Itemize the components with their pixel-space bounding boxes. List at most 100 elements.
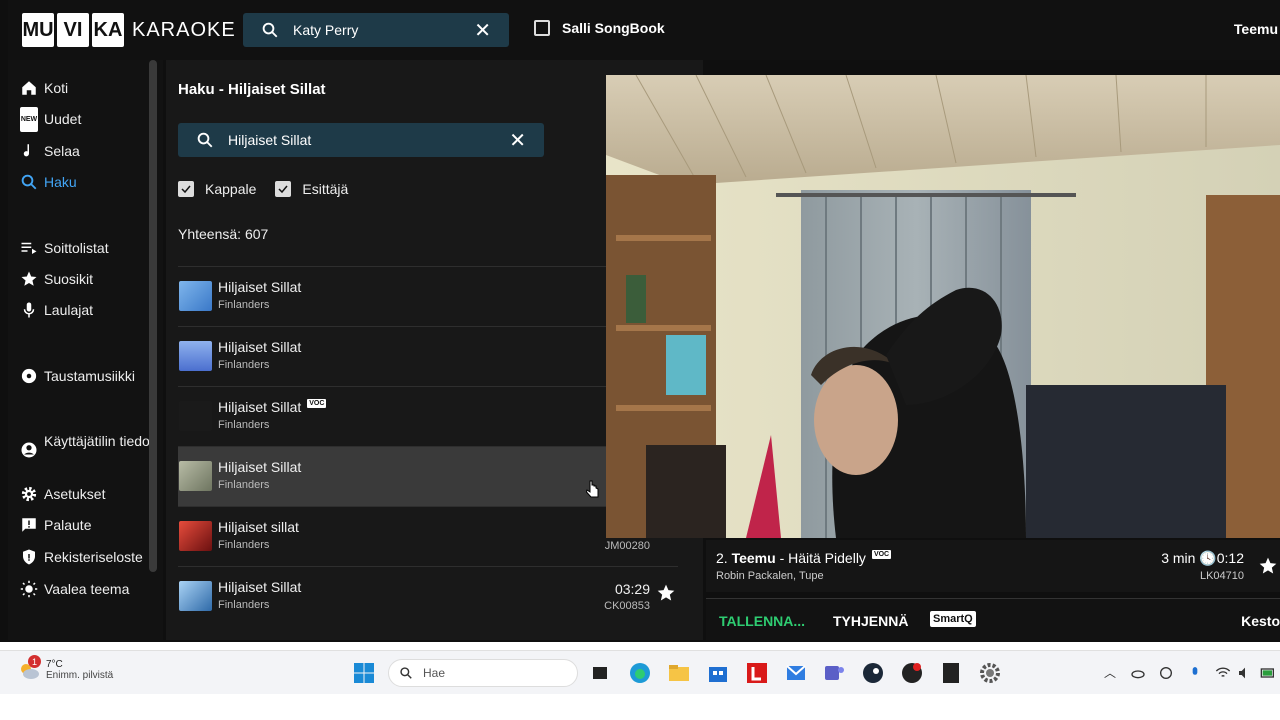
queue-controls: TALLENNA... TYHJENNÄ SmartQ Kesto bbox=[706, 598, 1280, 640]
list-item[interactable]: Hiljaiset Sillat Finlanders bbox=[178, 326, 678, 386]
song-search-value[interactable]: Hiljaiset Sillat bbox=[228, 132, 509, 148]
sidebar-item-label: Laulajat bbox=[44, 302, 94, 318]
microphone-icon[interactable] bbox=[1188, 665, 1202, 681]
battery-icon[interactable] bbox=[1258, 665, 1278, 681]
clear-search-icon[interactable]: ✕ bbox=[509, 128, 526, 153]
song-artist: Finlanders bbox=[218, 599, 270, 611]
mail-icon[interactable] bbox=[784, 661, 808, 685]
checkbox-checked-icon[interactable] bbox=[275, 181, 292, 197]
windows-taskbar: 1 7°C Enimm. pilvistä Hae ︿ bbox=[0, 650, 1280, 694]
salli-songbook-toggle[interactable]: Salli SongBook bbox=[534, 20, 665, 36]
favorite-star-icon[interactable] bbox=[1258, 556, 1278, 576]
clear-button[interactable]: TYHJENNÄ bbox=[833, 613, 908, 629]
sidebar-item-kayttajatilin-tiedot[interactable]: Käyttäjätilin tiedot bbox=[20, 431, 155, 459]
volume-icon[interactable] bbox=[1237, 665, 1253, 681]
store-icon[interactable] bbox=[706, 661, 730, 685]
list-item[interactable]: Hiljaiset Sillat VOC Finlanders bbox=[178, 386, 678, 446]
sidebar-item-asetukset[interactable]: Asetukset bbox=[20, 484, 155, 505]
sidebar-item-taustamusiikki[interactable]: Taustamusiikki bbox=[20, 366, 155, 387]
now-playing-bar: 2. Teemu - Häitä Pidelly VOC Robin Packal… bbox=[706, 540, 1280, 592]
task-view-icon[interactable] bbox=[588, 661, 612, 685]
smartq-toggle[interactable]: SmartQ bbox=[930, 611, 976, 627]
taskbar-search[interactable]: Hae bbox=[388, 659, 578, 687]
song-thumbnail bbox=[179, 281, 212, 311]
song-title: Hiljaiset Sillat bbox=[218, 339, 302, 355]
duration-label: Kesto bbox=[1241, 613, 1280, 629]
song-title: Hiljaiset sillat bbox=[218, 519, 299, 535]
sidebar-item-laulajat[interactable]: Laulajat bbox=[20, 300, 155, 321]
top-search-field[interactable]: Katy Perry ✕ bbox=[243, 13, 509, 47]
song-thumbnail bbox=[179, 521, 212, 551]
weather-widget[interactable]: 1 7°C Enimm. pilvistä bbox=[16, 655, 114, 683]
sidebar-item-palaute[interactable]: Palaute bbox=[20, 515, 155, 536]
song-thumbnail bbox=[179, 581, 212, 611]
star-icon bbox=[20, 270, 38, 288]
list-item[interactable]: Hiljaiset sillat Finlanders JM00280 bbox=[178, 506, 678, 566]
logo-word: KARAOKE bbox=[132, 18, 236, 41]
steam-icon[interactable] bbox=[861, 661, 885, 685]
checkbox-icon[interactable] bbox=[534, 20, 550, 36]
sidebar-item-haku[interactable]: Haku bbox=[20, 172, 155, 193]
obs-icon[interactable] bbox=[900, 661, 924, 685]
sidebar-item-label: Koti bbox=[44, 80, 69, 96]
sidebar-item-koti[interactable]: Koti bbox=[20, 78, 155, 99]
epic-games-icon[interactable] bbox=[939, 661, 963, 685]
sidebar-item-uudet[interactable]: NEW Uudet bbox=[19, 106, 155, 132]
sidebar-item-label: Vaalea teema bbox=[44, 581, 130, 597]
sidebar-item-suosikit[interactable]: Suosikit bbox=[20, 269, 155, 290]
user-name[interactable]: Teemu bbox=[1234, 21, 1278, 37]
song-artist: Finlanders bbox=[218, 299, 270, 311]
l-app-icon[interactable] bbox=[745, 661, 769, 685]
settings-gear-icon[interactable] bbox=[978, 661, 1002, 685]
favorite-star-icon[interactable] bbox=[656, 583, 676, 603]
new-icon: NEW bbox=[19, 106, 39, 132]
song-title: Hiljaiset Sillat bbox=[218, 459, 302, 475]
song-search-field[interactable]: Hiljaiset Sillat ✕ bbox=[178, 123, 544, 157]
filter-artist-label[interactable]: Esittäjä bbox=[302, 181, 348, 197]
edge-browser-icon[interactable] bbox=[628, 661, 652, 685]
weather-description: Enimm. pilvistä bbox=[46, 670, 114, 681]
now-playing-singer: Teemu bbox=[731, 550, 776, 566]
now-playing-song: - Häitä Pidelly bbox=[779, 550, 866, 566]
sidebar-scrollbar[interactable] bbox=[149, 60, 157, 572]
list-item[interactable]: Hiljaiset Sillat Finlanders 03:29 CK0085… bbox=[178, 566, 678, 626]
sun-icon bbox=[20, 580, 38, 598]
file-explorer-icon[interactable] bbox=[667, 661, 691, 685]
list-item[interactable]: Hiljaiset Sillat Finlanders bbox=[178, 446, 678, 506]
top-bar: MU VI KA KARAOKE Katy Perry ✕ Salli Song… bbox=[8, 0, 1280, 60]
teams-icon[interactable] bbox=[822, 661, 846, 685]
onedrive-icon[interactable] bbox=[1130, 665, 1146, 681]
sidebar-item-vaalea-teema[interactable]: Vaalea teema bbox=[20, 579, 155, 600]
chevron-up-icon[interactable]: ︿ bbox=[1104, 664, 1116, 681]
list-item[interactable]: Hiljaiset Sillat Finlanders bbox=[178, 266, 678, 326]
now-playing-time: 3 min 🕓0:12 bbox=[1161, 550, 1244, 566]
disc-icon bbox=[20, 367, 38, 385]
sync-icon[interactable] bbox=[1158, 665, 1174, 681]
results-list: Hiljaiset Sillat Finlanders Hiljaiset Si… bbox=[178, 266, 678, 626]
windows-start-icon[interactable] bbox=[352, 661, 376, 685]
logo-box-3: KA bbox=[92, 13, 124, 47]
page-title: Haku - Hiljaiset Sillat bbox=[178, 81, 326, 98]
taskbar-search-placeholder: Hae bbox=[423, 666, 446, 680]
song-title: Hiljaiset Sillat bbox=[218, 279, 302, 295]
clear-search-icon[interactable]: ✕ bbox=[474, 18, 491, 43]
logo-box-2: VI bbox=[57, 13, 89, 47]
sidebar-item-rekisteriseloste[interactable]: Rekisteriseloste bbox=[20, 547, 155, 568]
top-search-value[interactable]: Katy Perry bbox=[293, 22, 474, 38]
song-code: CK00853 bbox=[604, 600, 650, 612]
muvika-logo[interactable]: MU VI KA KARAOKE bbox=[22, 13, 236, 47]
now-playing-authors: Robin Packalen, Tupe bbox=[716, 570, 824, 582]
sidebar-item-soittolistat[interactable]: Soittolistat bbox=[20, 238, 155, 259]
sidebar-item-label: Suosikit bbox=[44, 271, 94, 287]
sidebar-item-label: Soittolistat bbox=[44, 240, 109, 256]
save-button[interactable]: TALLENNA... bbox=[719, 613, 805, 629]
shield-icon bbox=[20, 548, 38, 566]
checkbox-checked-icon[interactable] bbox=[178, 181, 194, 197]
home-icon bbox=[20, 79, 38, 97]
filter-song-label[interactable]: Kappale bbox=[205, 181, 256, 197]
logo-box-1: MU bbox=[22, 13, 54, 47]
camera-feed-image bbox=[606, 75, 1280, 538]
wifi-icon[interactable] bbox=[1214, 665, 1232, 681]
sidebar-item-selaa[interactable]: Selaa bbox=[20, 141, 155, 162]
song-thumbnail bbox=[179, 341, 212, 371]
